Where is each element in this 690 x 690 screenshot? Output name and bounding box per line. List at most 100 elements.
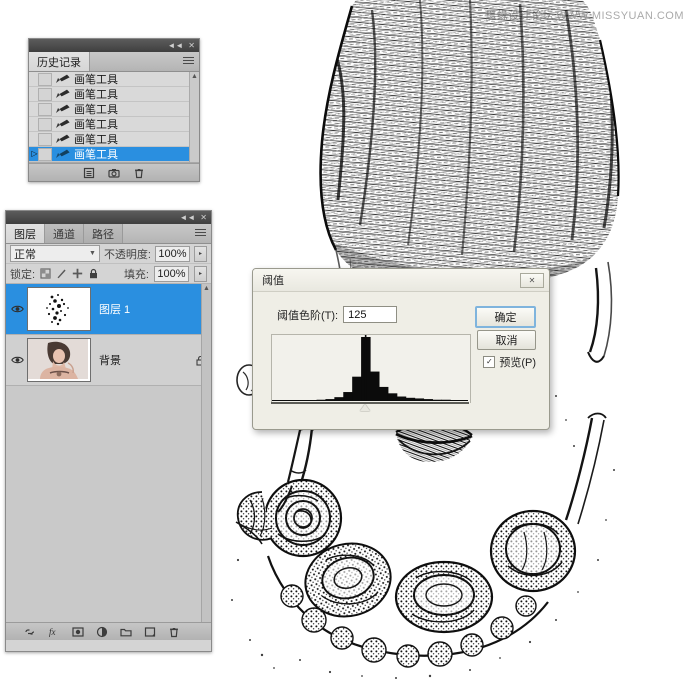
- scroll-up-arrow[interactable]: ▲: [190, 72, 199, 81]
- layers-panel-footer[interactable]: fx: [6, 622, 211, 640]
- watermark-url-text: WWW.MISSYUAN.COM: [556, 10, 684, 22]
- layer-row[interactable]: 图层 1: [6, 284, 211, 335]
- preview-label: 预览(P): [499, 357, 536, 369]
- history-state-list[interactable]: ▲ 画笔工具 画笔工具 画笔工具 画笔工具 画笔工具 ▷ 画笔工具: [29, 72, 199, 163]
- history-item[interactable]: 画笔工具: [29, 117, 199, 132]
- threshold-slider-thumb[interactable]: [359, 404, 370, 411]
- layer-style-fx-icon[interactable]: fx: [48, 626, 60, 638]
- adjustment-layer-icon[interactable]: [96, 626, 108, 638]
- history-item[interactable]: 画笔工具: [29, 87, 199, 102]
- layer-thumbnail-portrait: [28, 339, 88, 379]
- threshold-level-label: 阈值色阶(T):: [277, 309, 339, 322]
- layers-list[interactable]: ▲ 图层 1 背景: [6, 284, 211, 622]
- preview-checkbox[interactable]: ✓: [483, 356, 496, 368]
- threshold-dialog-titlebar[interactable]: 阈值 ✕: [253, 269, 549, 292]
- history-item-label: 画笔工具: [74, 134, 118, 146]
- history-item-label: 画笔工具: [74, 74, 118, 86]
- history-panel-footer[interactable]: [29, 163, 199, 181]
- blend-mode-value: 正常: [14, 248, 36, 261]
- add-layer-mask-icon[interactable]: [72, 626, 84, 638]
- close-icon[interactable]: ✕: [520, 272, 544, 288]
- history-snapshot-checkbox[interactable]: [38, 102, 52, 116]
- svg-text:fx: fx: [49, 627, 56, 637]
- history-snapshot-checkbox[interactable]: [38, 132, 52, 146]
- history-item[interactable]: 画笔工具: [29, 102, 199, 117]
- collapse-icon[interactable]: ◄◄: [179, 213, 195, 222]
- collapse-icon[interactable]: ◄◄: [167, 41, 183, 50]
- layers-panel-titlebar[interactable]: ◄◄ ✕: [6, 211, 211, 224]
- scroll-up-arrow[interactable]: ▲: [202, 284, 211, 293]
- lock-transparent-pixels-icon[interactable]: [40, 268, 51, 279]
- history-snapshot-checkbox[interactable]: [38, 117, 52, 131]
- watermark: 思缘设计论坛 WWW.MISSYUAN.COM: [485, 7, 684, 23]
- tab-channels[interactable]: 通道: [45, 224, 84, 243]
- opacity-input[interactable]: 100%: [155, 245, 190, 262]
- tab-layers[interactable]: 图层: [6, 224, 45, 243]
- lock-position-icon[interactable]: [72, 268, 83, 279]
- delete-trash-icon[interactable]: [133, 167, 145, 179]
- layer-row[interactable]: 背景: [6, 335, 211, 386]
- new-document-icon[interactable]: [83, 167, 95, 179]
- history-panel[interactable]: ◄◄ ✕ 历史记录 ▲ 画笔工具 画笔工具 画笔工具 画笔工具 画笔工具 ▷ 画…: [28, 38, 200, 182]
- fill-input[interactable]: 100%: [154, 265, 189, 282]
- opacity-stepper[interactable]: ▸: [194, 245, 207, 262]
- close-icon[interactable]: ✕: [200, 213, 207, 222]
- blend-mode-select[interactable]: 正常 ▼: [10, 245, 100, 262]
- history-item-label: 画笔工具: [74, 104, 118, 116]
- layer-name: 背景: [99, 355, 121, 367]
- history-item-label: 画笔工具: [74, 119, 118, 131]
- fill-stepper[interactable]: ▸: [194, 265, 207, 282]
- threshold-dialog-body: 阈值色阶(T): 125 确定 取消 ✓ 预览(P): [253, 292, 549, 429]
- tab-paths-label: 路径: [92, 228, 114, 241]
- layers-panel-tabs[interactable]: 图层 通道 路径: [6, 224, 211, 244]
- preview-row[interactable]: ✓ 预览(P): [483, 354, 536, 370]
- histogram-plot: [272, 335, 468, 401]
- threshold-level-input[interactable]: 125: [343, 306, 398, 323]
- history-panel-tabs[interactable]: 历史记录: [29, 52, 199, 72]
- opacity-value: 100%: [158, 247, 187, 260]
- delete-layer-icon[interactable]: [168, 626, 180, 638]
- tab-paths[interactable]: 路径: [84, 224, 123, 243]
- histogram-chart: [271, 334, 471, 403]
- history-item[interactable]: 画笔工具: [29, 72, 199, 87]
- brush-tool-icon: [56, 74, 70, 83]
- lock-image-pixels-icon[interactable]: [56, 268, 67, 279]
- fill-label: 填充:: [123, 268, 149, 281]
- history-item-selected[interactable]: ▷ 画笔工具: [29, 147, 199, 162]
- fill-value: 100%: [157, 267, 186, 280]
- history-snapshot-checkbox[interactable]: [38, 72, 52, 86]
- layer-name: 图层 1: [99, 304, 131, 316]
- blend-mode-row[interactable]: 正常 ▼ 不透明度: 100% ▸: [6, 244, 211, 264]
- layers-scrollbar[interactable]: ▲: [201, 284, 211, 622]
- threshold-dialog[interactable]: 阈值 ✕ 阈值色阶(T): 125 确定 取消 ✓ 预览(P): [252, 268, 550, 430]
- lock-all-icon[interactable]: [88, 268, 99, 279]
- layer-thumbnail-speckles: [28, 288, 88, 328]
- lock-row[interactable]: 锁定: 填充: 100% ▸: [6, 264, 211, 284]
- history-panel-titlebar[interactable]: ◄◄ ✕: [29, 39, 199, 52]
- snapshot-camera-icon[interactable]: [108, 167, 120, 179]
- history-item-label: 画笔工具: [74, 149, 118, 161]
- layer-thumbnail[interactable]: [27, 338, 91, 382]
- new-group-icon[interactable]: [120, 626, 132, 638]
- tab-history[interactable]: 历史记录: [29, 52, 90, 71]
- layer-visibility-toggle[interactable]: [7, 355, 27, 365]
- layers-panel[interactable]: ◄◄ ✕ 图层 通道 路径 正常 ▼ 不透明度: 100% ▸ 锁定: 填充: …: [5, 210, 212, 652]
- panel-menu-icon[interactable]: [183, 57, 194, 66]
- brush-tool-icon: [56, 104, 70, 113]
- history-snapshot-checkbox[interactable]: [38, 147, 52, 161]
- history-scrollbar[interactable]: ▲: [189, 72, 199, 162]
- panel-menu-icon[interactable]: [195, 229, 206, 238]
- layer-visibility-toggle[interactable]: [7, 304, 27, 314]
- brush-tool-icon: [56, 134, 70, 143]
- close-icon[interactable]: ✕: [188, 41, 195, 50]
- checkmark-icon: ✓: [485, 357, 493, 366]
- opacity-label: 不透明度:: [103, 248, 151, 261]
- history-snapshot-checkbox[interactable]: [38, 87, 52, 101]
- layer-thumbnail[interactable]: [27, 287, 91, 331]
- new-layer-icon[interactable]: [144, 626, 156, 638]
- history-item[interactable]: 画笔工具: [29, 132, 199, 147]
- brush-tool-icon: [56, 89, 70, 98]
- link-layers-icon[interactable]: [24, 626, 36, 638]
- ok-button[interactable]: 确定: [475, 306, 536, 328]
- cancel-button[interactable]: 取消: [477, 330, 536, 350]
